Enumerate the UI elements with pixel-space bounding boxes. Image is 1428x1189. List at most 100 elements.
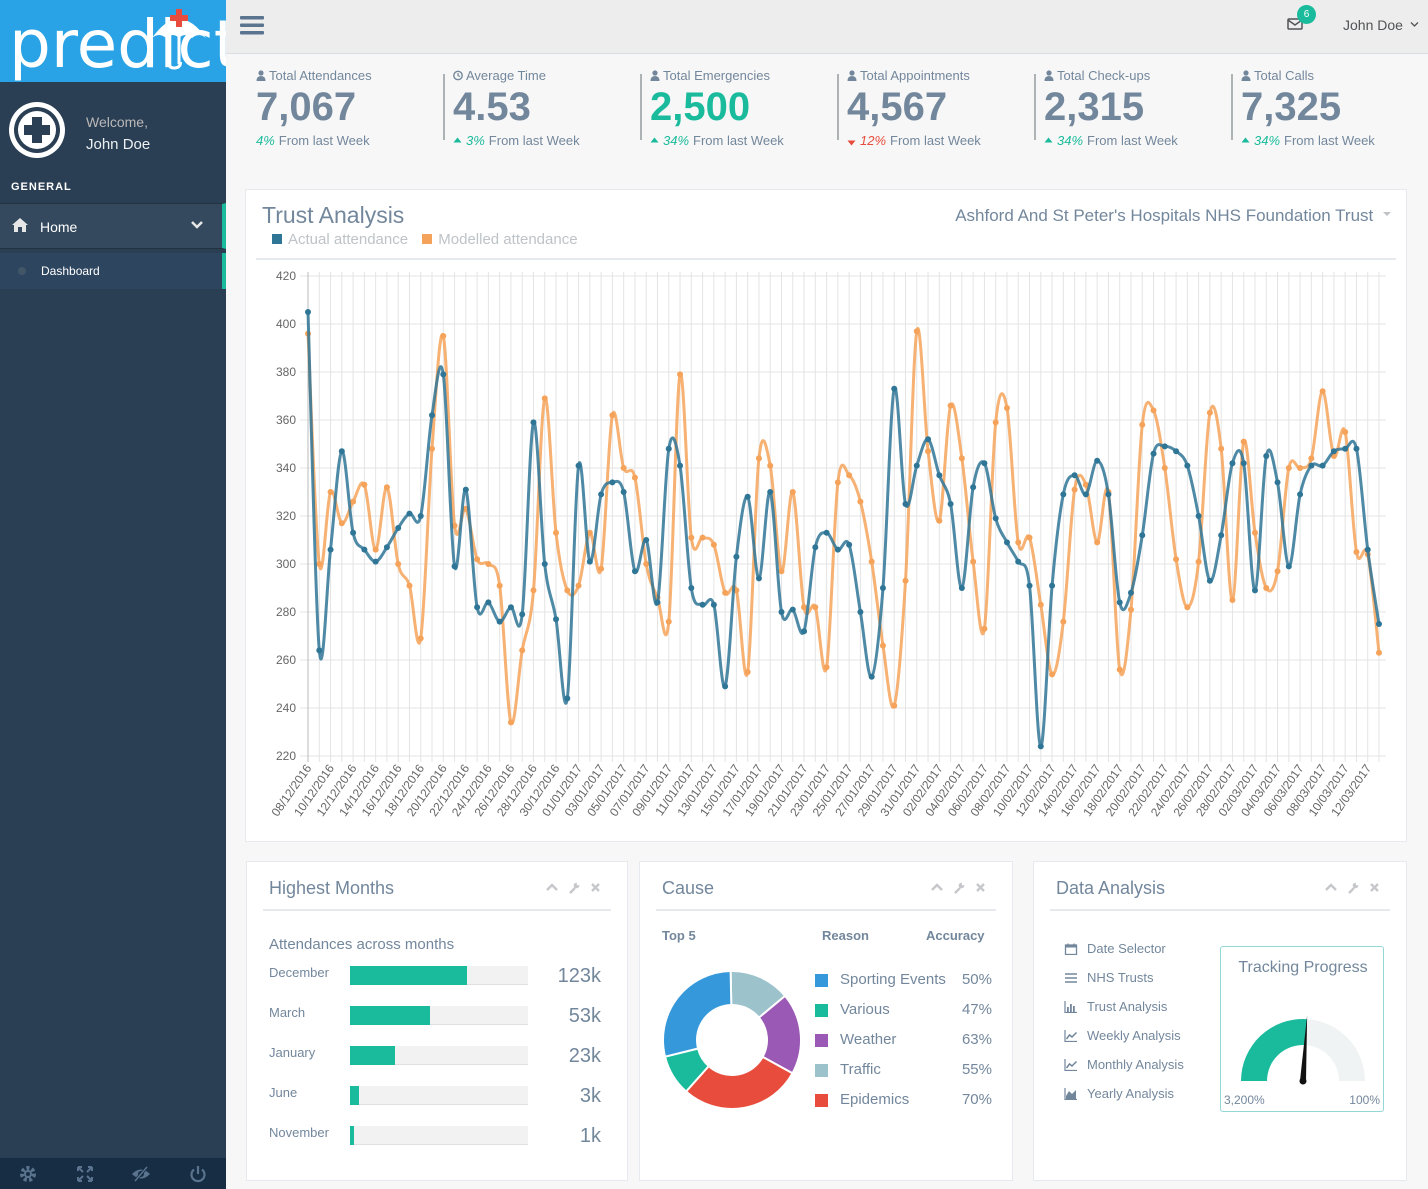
data-point[interactable] bbox=[970, 558, 977, 565]
data-point[interactable] bbox=[1330, 448, 1337, 455]
data-point[interactable] bbox=[902, 577, 909, 584]
data-point[interactable] bbox=[834, 479, 841, 486]
data-analysis-link[interactable]: Trust Analysis bbox=[1064, 999, 1167, 1014]
donut-slice[interactable] bbox=[662, 969, 733, 1058]
data-point[interactable] bbox=[1184, 604, 1191, 611]
data-point[interactable] bbox=[744, 669, 751, 675]
data-point[interactable] bbox=[485, 599, 492, 606]
data-point[interactable] bbox=[1297, 491, 1304, 498]
data-point[interactable] bbox=[1274, 568, 1281, 575]
data-point[interactable] bbox=[631, 474, 638, 481]
data-point[interactable] bbox=[710, 541, 717, 548]
data-point[interactable] bbox=[665, 445, 672, 452]
data-point[interactable] bbox=[1094, 457, 1101, 464]
power-icon[interactable] bbox=[170, 1158, 227, 1189]
data-point[interactable] bbox=[688, 534, 695, 541]
data-analysis-link[interactable]: Date Selector bbox=[1064, 941, 1166, 956]
data-analysis-link[interactable]: Monthly Analysis bbox=[1064, 1057, 1184, 1072]
data-point[interactable] bbox=[1251, 529, 1258, 536]
wrench-icon[interactable] bbox=[1347, 882, 1359, 894]
data-point[interactable] bbox=[1342, 429, 1349, 435]
close-icon[interactable] bbox=[1369, 882, 1380, 893]
data-point[interactable] bbox=[1218, 532, 1225, 539]
sidebar-item-home[interactable]: Home bbox=[0, 203, 226, 249]
wrench-icon[interactable] bbox=[568, 882, 580, 894]
data-point[interactable] bbox=[1071, 472, 1078, 479]
data-point[interactable] bbox=[981, 625, 988, 632]
close-icon[interactable] bbox=[975, 882, 986, 893]
data-point[interactable] bbox=[834, 546, 841, 553]
data-point[interactable] bbox=[902, 501, 909, 507]
data-point[interactable] bbox=[541, 561, 548, 567]
data-point[interactable] bbox=[519, 647, 526, 654]
data-point[interactable] bbox=[530, 587, 537, 594]
data-point[interactable] bbox=[451, 563, 458, 570]
data-point[interactable] bbox=[372, 558, 379, 565]
data-point[interactable] bbox=[383, 544, 390, 551]
data-point[interactable] bbox=[1319, 388, 1326, 395]
data-point[interactable] bbox=[665, 618, 672, 625]
data-analysis-link[interactable]: Weekly Analysis bbox=[1064, 1028, 1181, 1043]
data-point[interactable] bbox=[1105, 491, 1112, 498]
data-point[interactable] bbox=[496, 618, 503, 625]
data-point[interactable] bbox=[598, 565, 605, 572]
data-point[interactable] bbox=[1353, 549, 1360, 555]
data-point[interactable] bbox=[1229, 597, 1236, 603]
data-point[interactable] bbox=[744, 493, 751, 500]
data-point[interactable] bbox=[891, 385, 898, 392]
data-point[interactable] bbox=[1082, 491, 1089, 498]
data-point[interactable] bbox=[992, 515, 999, 522]
data-point[interactable] bbox=[1376, 649, 1382, 656]
data-point[interactable] bbox=[1184, 462, 1191, 469]
data-point[interactable] bbox=[1376, 621, 1382, 627]
data-point[interactable] bbox=[1173, 556, 1180, 563]
menu-toggle-icon[interactable] bbox=[240, 15, 264, 35]
data-point[interactable] bbox=[1206, 577, 1213, 584]
data-point[interactable] bbox=[1060, 618, 1067, 625]
close-icon[interactable] bbox=[590, 882, 601, 893]
data-point[interactable] bbox=[981, 460, 988, 467]
fullscreen-icon[interactable] bbox=[57, 1158, 114, 1189]
data-point[interactable] bbox=[496, 582, 503, 589]
data-point[interactable] bbox=[925, 448, 932, 455]
data-point[interactable] bbox=[417, 513, 424, 519]
data-point[interactable] bbox=[598, 491, 605, 498]
data-point[interactable] bbox=[936, 517, 943, 524]
data-point[interactable] bbox=[553, 529, 560, 536]
data-point[interactable] bbox=[1285, 465, 1292, 471]
data-point[interactable] bbox=[699, 601, 706, 608]
legend-item-actual[interactable]: Actual attendance bbox=[272, 231, 408, 248]
data-point[interactable] bbox=[1037, 743, 1044, 750]
data-point[interactable] bbox=[812, 604, 819, 611]
data-point[interactable] bbox=[1139, 532, 1146, 539]
data-point[interactable] bbox=[395, 561, 402, 567]
data-point[interactable] bbox=[474, 604, 481, 611]
data-point[interactable] bbox=[1353, 445, 1360, 452]
data-point[interactable] bbox=[553, 616, 560, 623]
logo[interactable]: predict bbox=[0, 0, 226, 82]
data-point[interactable] bbox=[462, 486, 469, 493]
data-point[interactable] bbox=[913, 462, 920, 469]
chevron-up-icon[interactable] bbox=[931, 882, 943, 892]
data-point[interactable] bbox=[643, 537, 650, 543]
data-point[interactable] bbox=[507, 719, 514, 726]
data-point[interactable] bbox=[1150, 407, 1157, 414]
data-point[interactable] bbox=[1116, 666, 1123, 673]
data-point[interactable] bbox=[575, 582, 582, 589]
data-point[interactable] bbox=[677, 462, 684, 469]
data-point[interactable] bbox=[609, 479, 616, 486]
data-point[interactable] bbox=[699, 534, 706, 541]
data-point[interactable] bbox=[372, 546, 379, 553]
data-point[interactable] bbox=[722, 683, 729, 690]
data-point[interactable] bbox=[1127, 606, 1134, 613]
data-point[interactable] bbox=[733, 553, 740, 560]
data-point[interactable] bbox=[429, 412, 436, 419]
data-point[interactable] bbox=[1150, 450, 1157, 457]
data-point[interactable] bbox=[1285, 563, 1292, 570]
data-point[interactable] bbox=[1116, 599, 1123, 606]
data-point[interactable] bbox=[316, 561, 323, 567]
data-point[interactable] bbox=[1297, 465, 1304, 471]
data-point[interactable] bbox=[1060, 491, 1067, 498]
data-point[interactable] bbox=[1218, 445, 1225, 452]
data-analysis-link[interactable]: NHS Trusts bbox=[1064, 970, 1153, 985]
